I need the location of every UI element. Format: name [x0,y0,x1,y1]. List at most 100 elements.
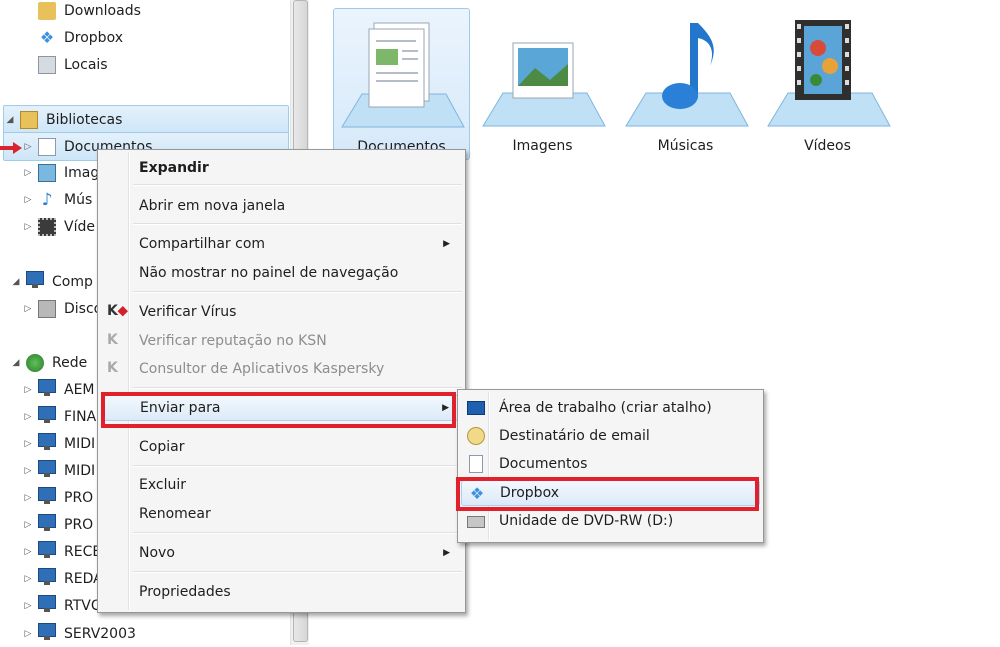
menu-separator [133,223,462,225]
computer-icon [38,622,56,643]
nav-item-musicas[interactable]: ▷ ♪ Mús [22,186,93,213]
nav-item-network-computer[interactable]: ▷ FINA [22,403,96,430]
kaspersky-icon: K [107,360,118,376]
library-imagens[interactable]: Imagens [475,8,610,158]
nav-item-rede[interactable]: ◢ Rede [10,349,87,376]
computer-icon [38,567,56,588]
music-icon: ♪ [41,189,53,210]
nav-item-network-computer[interactable]: ▷ AEM [22,376,95,403]
videos-library-icon [767,20,891,127]
expand-arrow-icon[interactable]: ▷ [22,304,34,314]
submenu-item-dvd-rw[interactable]: Unidade de DVD-RW (D:) [461,508,760,534]
nav-item-bibliotecas[interactable]: ◢ Bibliotecas [3,105,289,134]
menu-item-novo[interactable]: Novo ▶ [101,540,462,566]
menu-item-copiar[interactable]: Copiar [101,434,462,460]
menu-item-consultor-kaspersky[interactable]: K Consultor de Aplicativos Kaspersky [101,356,462,382]
nav-item-network-computer[interactable]: ▷ RECE [22,538,101,565]
nav-item-label: Imag [64,164,100,181]
computer-icon [38,486,56,507]
recent-places-icon [38,55,56,74]
nav-item-downloads[interactable]: Downloads [22,0,141,24]
nav-item-network-computer[interactable]: ▷ REDA [22,565,103,592]
menu-item-verificar-virus[interactable]: K⬥ Verificar Vírus [101,299,462,325]
kaspersky-icon: K⬥ [107,303,128,319]
nav-item-disco[interactable]: ▷ Disco [22,295,102,322]
library-label: Músicas [657,138,714,154]
menu-separator [133,532,462,534]
submenu-arrow-icon: ▶ [443,548,450,558]
expand-arrow-icon[interactable]: ▷ [22,520,34,530]
menu-item-nao-mostrar[interactable]: Não mostrar no painel de navegação [101,260,462,286]
nav-item-imagens[interactable]: ▷ Imag [22,159,99,186]
desktop-icon [467,401,485,415]
menu-item-abrir-nova-janela[interactable]: Abrir em nova janela [101,193,462,219]
submenu-arrow-icon: ▶ [443,239,450,249]
library-documentos[interactable]: Documentos [333,8,470,160]
nav-item-label: Comp [52,273,93,290]
pictures-icon [38,163,56,182]
nav-item-network-computer[interactable]: ▷ MIDI [22,457,95,484]
expand-arrow-icon[interactable]: ▷ [22,574,34,584]
nav-item-computador[interactable]: ◢ Comp [10,268,93,295]
expand-arrow-icon[interactable]: ▷ [22,385,34,395]
network-icon [26,353,44,372]
menu-separator [133,571,462,573]
computer-icon [38,432,56,453]
menu-item-verificar-reputacao[interactable]: K Verificar reputação no KSN [101,328,462,354]
menu-item-excluir[interactable]: Excluir [101,472,462,498]
expand-arrow-icon[interactable]: ▷ [22,439,34,449]
dvd-drive-icon [467,516,485,528]
expand-arrow-icon[interactable]: ▷ [22,195,34,205]
nav-item-label: MIDI [64,435,96,452]
library-label: Vídeos [804,138,851,154]
menu-separator [133,184,462,186]
menu-separator [133,465,462,467]
submenu-item-destinatario-email[interactable]: Destinatário de email [461,423,760,449]
submenu-item-documentos[interactable]: Documentos [461,451,760,477]
menu-item-compartilhar-com[interactable]: Compartilhar com ▶ [101,231,462,257]
expand-arrow-icon[interactable]: ▷ [22,168,34,178]
disk-drive-icon [38,299,56,318]
nav-item-label: Víde [64,218,95,235]
nav-item-label: Downloads [64,2,141,19]
nav-item-label: Locais [64,56,108,73]
library-videos[interactable]: Vídeos [760,8,895,158]
nav-item-dropbox[interactable]: ❖ Dropbox [22,24,123,51]
expand-arrow-icon[interactable]: ▷ [22,493,34,503]
folder-icon [38,1,56,20]
collapse-arrow-icon[interactable]: ◢ [10,277,22,287]
collapse-arrow-icon[interactable]: ◢ [10,358,22,368]
library-musicas[interactable]: Músicas [618,8,753,158]
expand-arrow-icon[interactable]: ▷ [22,412,34,422]
document-icon [38,137,56,156]
menu-item-renomear[interactable]: Renomear [101,501,462,527]
computer-icon [38,459,56,480]
documents-library-icon [341,22,465,128]
nav-item-locais[interactable]: Locais [22,51,108,78]
expand-arrow-icon[interactable]: ▷ [22,466,34,476]
expand-arrow-icon[interactable]: ▷ [22,629,34,639]
nav-item-label: FINA [64,408,97,425]
expand-arrow-icon[interactable]: ▷ [22,601,34,611]
nav-item-network-computer[interactable]: ▷ MIDI [22,430,95,457]
computer-icon [38,405,56,426]
nav-item-network-computer[interactable]: ▷ PRO [22,511,93,538]
collapse-arrow-icon[interactable]: ◢ [4,115,16,125]
menu-item-propriedades[interactable]: Propriedades [101,579,462,605]
menu-separator [133,291,462,293]
nav-item-network-computer[interactable]: ▷ SERV2003 [22,620,136,647]
library-label: Imagens [512,138,573,154]
video-icon [38,217,56,236]
nav-item-label: MIDI [64,462,96,479]
expand-arrow-icon[interactable]: ▷ [22,222,34,232]
nav-item-label: PRO [64,489,94,506]
nav-item-label: AEM [64,381,95,398]
expand-arrow-icon[interactable]: ▷ [22,547,34,557]
nav-item-label: PRO [64,516,94,533]
submenu-item-area-de-trabalho[interactable]: Área de trabalho (criar atalho) [461,395,760,421]
nav-item-videos[interactable]: ▷ Víde [22,213,95,240]
nav-item-label: SERV2003 [64,625,136,642]
menu-item-expandir[interactable]: Expandir [101,155,462,181]
nav-item-label: Mús [64,191,93,208]
nav-item-network-computer[interactable]: ▷ PRO [22,484,93,511]
